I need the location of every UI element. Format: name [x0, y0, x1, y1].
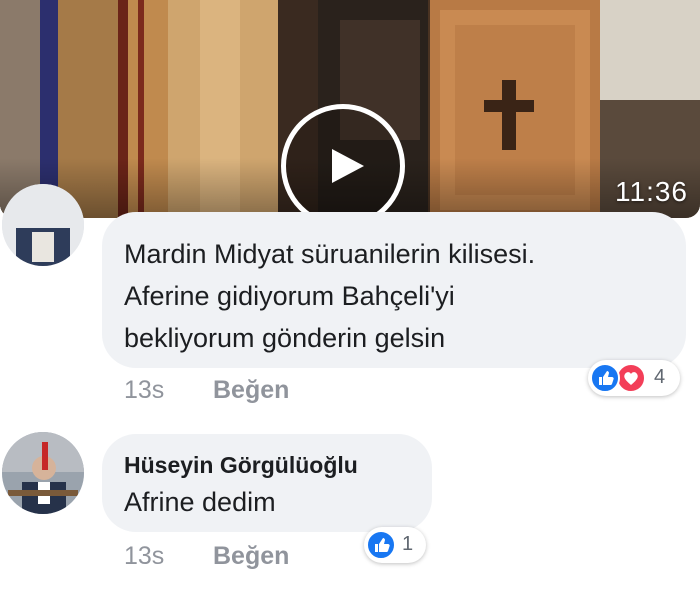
like-icon [366, 530, 396, 560]
avatar[interactable] [2, 184, 84, 266]
comment-author[interactable]: Hüseyin Görgülüoğlu [124, 452, 358, 479]
comment-text: Afrine dedim [124, 487, 276, 517]
comment-text: Mardin Midyat süruanilerin kilisesi. [124, 239, 536, 269]
avatar-photo [2, 432, 84, 514]
comment-text: Aferine gidiyorum Bahçeli'yi [124, 281, 455, 311]
love-icon [616, 363, 646, 393]
reaction-count: 1 [402, 533, 414, 555]
video-player[interactable]: 11:36 [0, 0, 700, 218]
avatar-photo [2, 184, 84, 266]
avatar[interactable] [2, 432, 84, 514]
like-icon [590, 363, 620, 393]
like-button[interactable]: Beğen [213, 376, 289, 405]
reaction-count: 4 [654, 366, 666, 388]
comment-timestamp: 13s [124, 542, 165, 570]
comment-text: bekliyorum gönderin gelsin [124, 323, 446, 353]
like-button[interactable]: Beğen [213, 542, 289, 571]
play-icon [332, 149, 364, 183]
reaction-summary[interactable]: 1 [364, 527, 426, 563]
play-button[interactable] [281, 104, 405, 218]
video-duration: 11:36 [615, 176, 688, 207]
comment-timestamp: 13s [124, 376, 165, 404]
reaction-summary[interactable]: 4 [588, 360, 680, 396]
